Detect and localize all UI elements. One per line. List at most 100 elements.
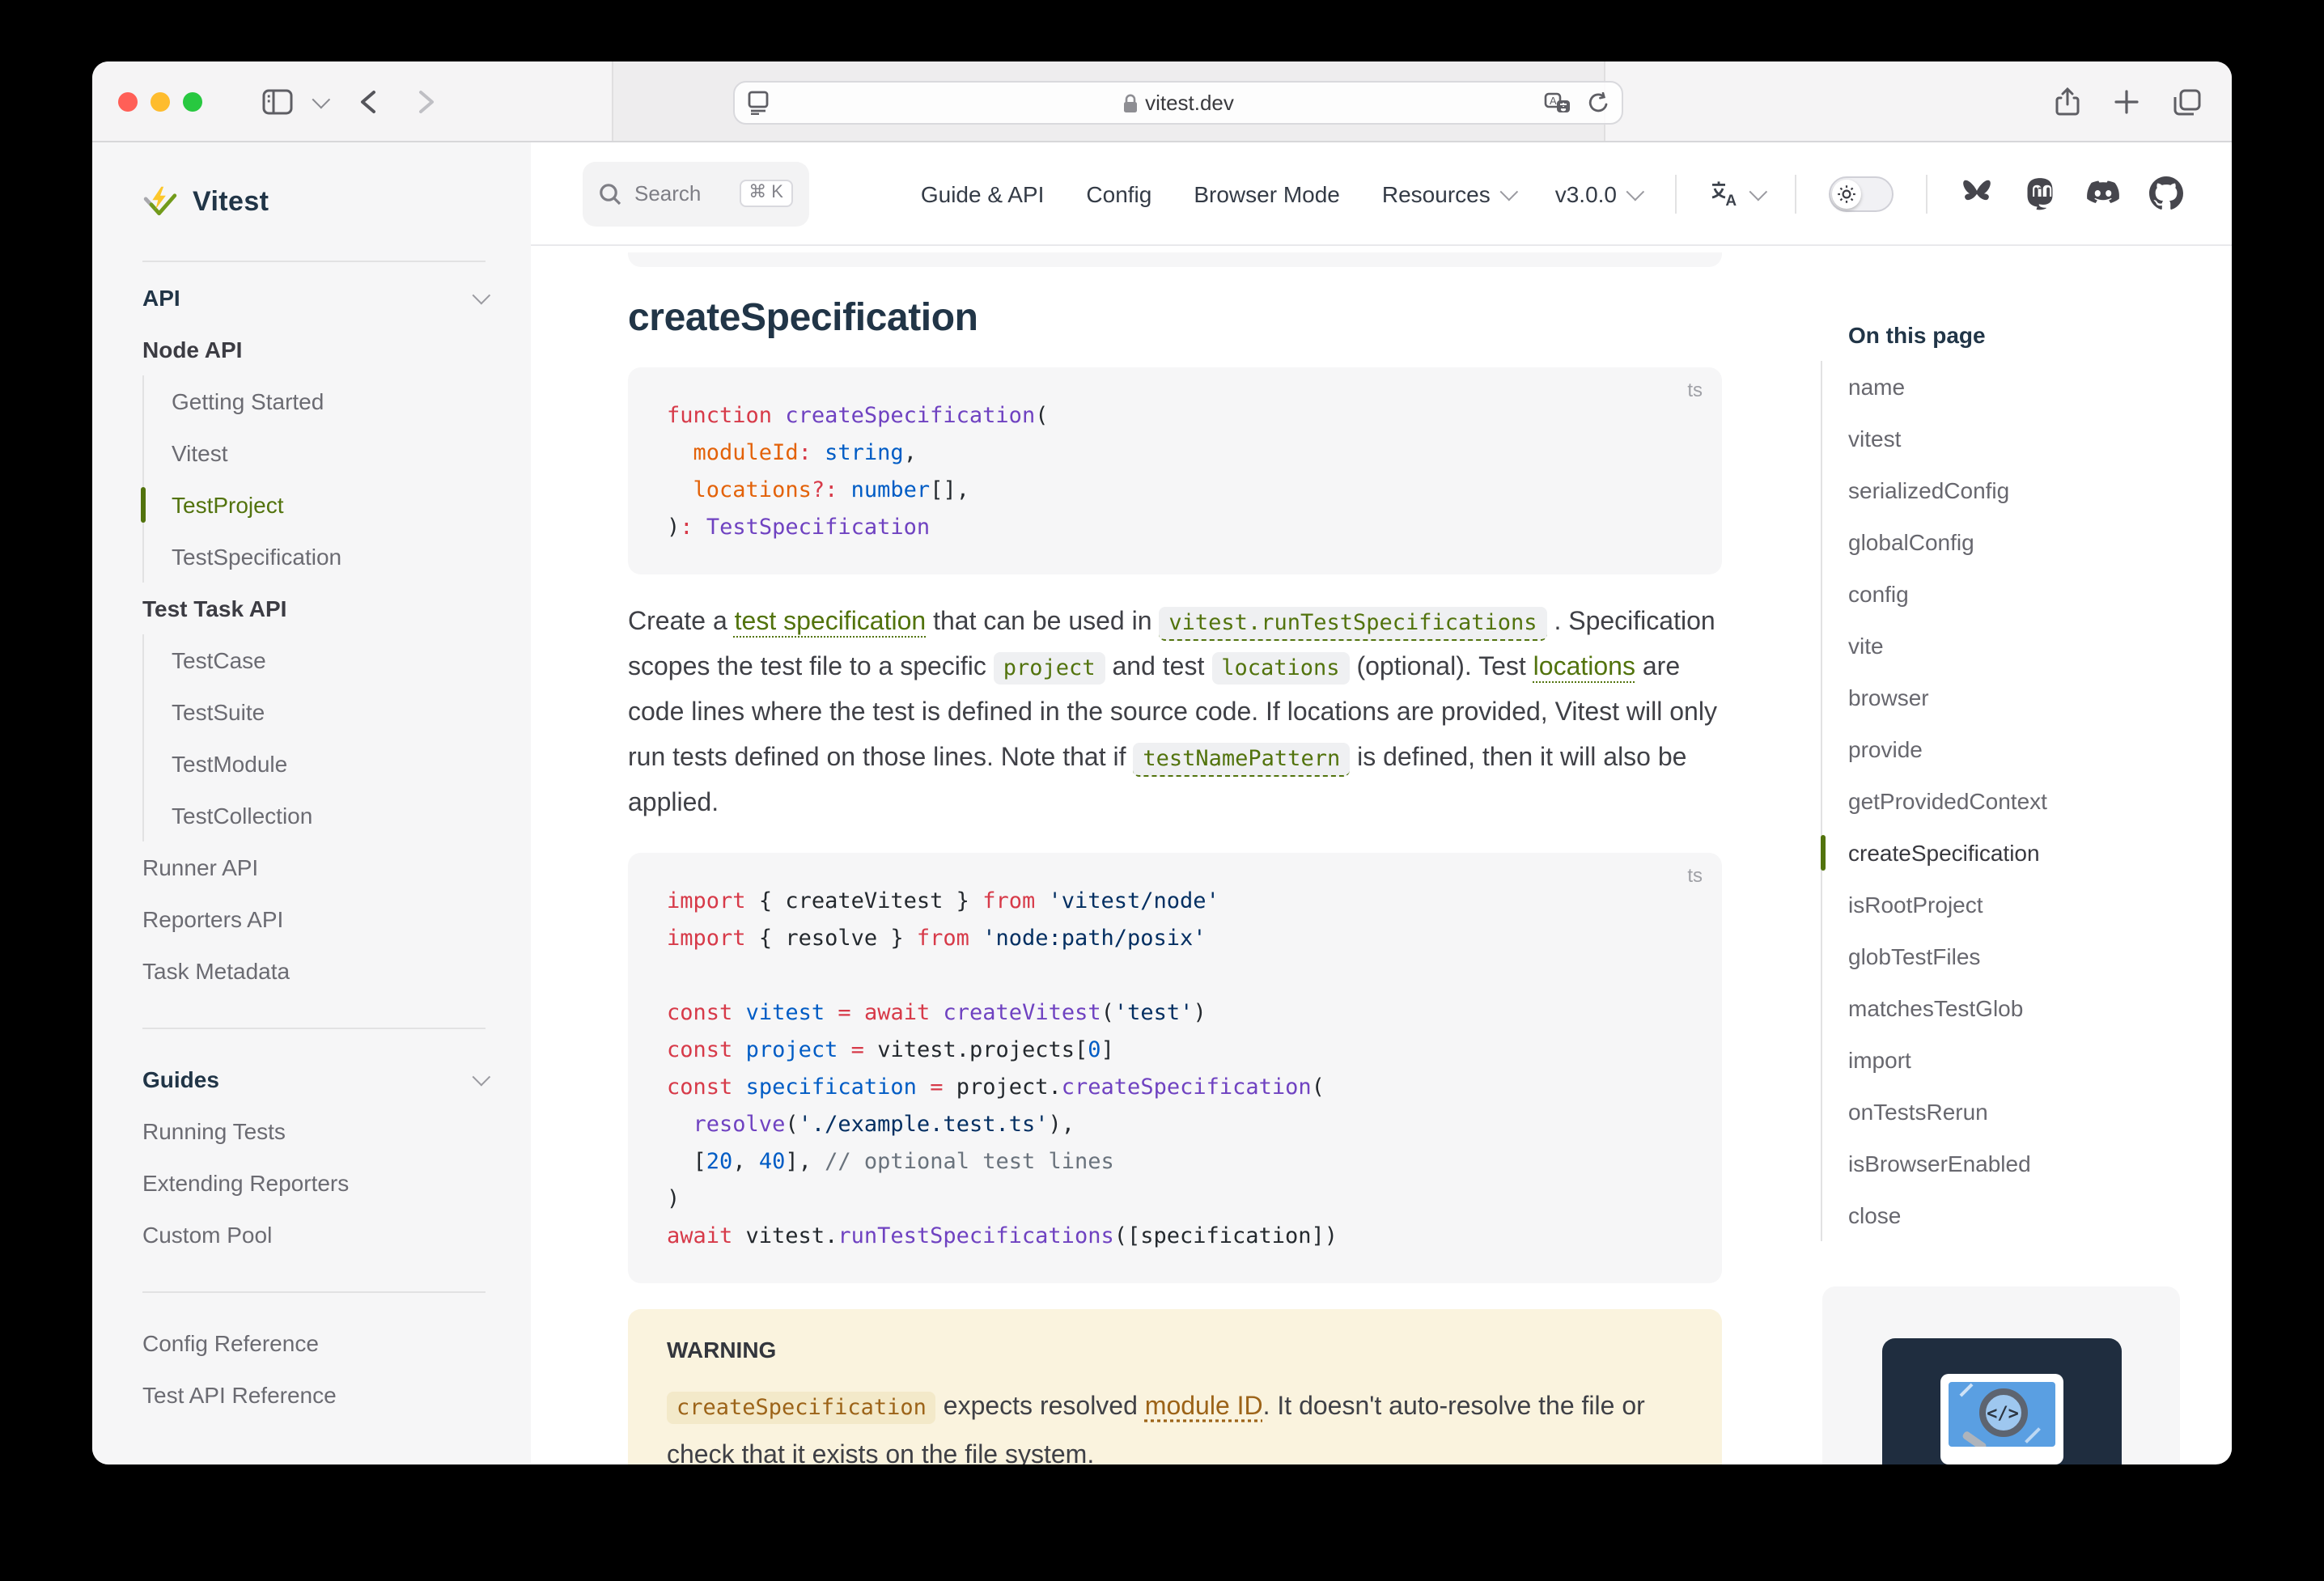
- sidebar-item-runner-api[interactable]: Runner API: [142, 841, 486, 893]
- zoom-window-button[interactable]: [183, 92, 202, 112]
- bluesky-icon[interactable]: [1960, 176, 1994, 210]
- sidebar-item-testspecification[interactable]: TestSpecification: [144, 531, 486, 583]
- site-navbar: Search ⌘ K Guide & API Config Browser Mode…: [531, 142, 2232, 246]
- text-run: expects resolved: [936, 1393, 1145, 1421]
- theme-toggle[interactable]: [1829, 176, 1894, 211]
- sidebar-group-api[interactable]: API: [142, 272, 486, 324]
- sidebar-item-task-metadata[interactable]: Task Metadata: [142, 945, 486, 997]
- github-icon[interactable]: [2149, 176, 2183, 210]
- browser-toolbar: vitest.dev A: [92, 61, 2232, 142]
- outline-item-isbrowserenabled[interactable]: isBrowserEnabled: [1822, 1138, 2186, 1189]
- inline-code-link[interactable]: testNamePattern: [1133, 743, 1350, 777]
- nav-link-v3-0-0[interactable]: v3.0.0: [1555, 180, 1639, 206]
- nav-link-label: Config: [1086, 180, 1151, 206]
- sidebar-item-custom-pool[interactable]: Custom Pool: [142, 1209, 486, 1261]
- share-icon[interactable]: [2047, 61, 2086, 142]
- text-run: and test: [1105, 654, 1212, 681]
- outline-item-createspecification[interactable]: createSpecification: [1822, 827, 2186, 879]
- sidebar-item-getting-started[interactable]: Getting Started: [144, 375, 486, 427]
- minimize-window-button[interactable]: [151, 92, 170, 112]
- outline-item-vite[interactable]: vite: [1822, 620, 2186, 672]
- outline-item-isrootproject[interactable]: isRootProject: [1822, 879, 2186, 930]
- navbar-separator: [1795, 174, 1796, 213]
- sidebar-group-guides[interactable]: Guides: [142, 1053, 486, 1105]
- inline-link[interactable]: module ID: [1145, 1393, 1263, 1421]
- outline-aside: On this page namevitestserializedConfigg…: [1821, 246, 2186, 1464]
- outline-item-provide[interactable]: provide: [1822, 723, 2186, 775]
- discord-icon[interactable]: [2086, 176, 2120, 210]
- sidebar-section-test-task-api: Test Task API: [142, 583, 486, 634]
- outline-list: namevitestserializedConfigglobalConfigco…: [1821, 361, 2186, 1241]
- sponsor-card[interactable]: </>: [1822, 1286, 2180, 1464]
- reload-icon[interactable]: [1588, 91, 1609, 114]
- code-lang-badge: ts: [1687, 379, 1703, 401]
- code-line: import { resolve } from 'node:path/posix…: [667, 921, 1683, 958]
- nav-link-config[interactable]: Config: [1086, 180, 1151, 206]
- chevron-down-icon: [473, 286, 491, 305]
- tab-overview-icon[interactable]: [2165, 61, 2207, 142]
- sidebar-item-extending-reporters[interactable]: Extending Reporters: [142, 1157, 486, 1209]
- new-tab-icon[interactable]: [2107, 61, 2146, 142]
- outline-item-vitest[interactable]: vitest: [1822, 413, 2186, 464]
- outline-item-config[interactable]: config: [1822, 568, 2186, 620]
- code-line: const project = vitest.projects[0]: [667, 1032, 1683, 1070]
- outline-item-name[interactable]: name: [1822, 361, 2186, 413]
- page-title: createSpecification: [628, 296, 1722, 341]
- code-line: [667, 958, 1683, 995]
- sidebar-item-testcollection[interactable]: TestCollection: [144, 790, 486, 841]
- outline-item-close[interactable]: close: [1822, 1189, 2186, 1241]
- outline-item-getprovidedcontext[interactable]: getProvidedContext: [1822, 775, 2186, 827]
- outline-item-serializedconfig[interactable]: serializedConfig: [1822, 464, 2186, 516]
- search-shortcut-kbd: ⌘ K: [739, 180, 793, 207]
- back-button[interactable]: [348, 61, 387, 142]
- nav-link-browser-mode[interactable]: Browser Mode: [1194, 180, 1340, 206]
- outline-item-browser[interactable]: browser: [1822, 672, 2186, 723]
- address-bar[interactable]: vitest.dev A: [733, 81, 1623, 125]
- doc-content: createSpecification ts function createSp…: [628, 246, 1722, 1464]
- sidebar-item-reporters-api[interactable]: Reporters API: [142, 893, 486, 945]
- nav-link-resources[interactable]: Resources: [1382, 180, 1513, 206]
- sidebar-toggle-icon[interactable]: [254, 61, 299, 142]
- doc-paragraph: Create a test specification that can be …: [628, 600, 1722, 827]
- nav-link-guide-api[interactable]: Guide & API: [921, 180, 1045, 206]
- outline-item-ontestsrerun[interactable]: onTestsRerun: [1822, 1086, 2186, 1138]
- vitest-logo-icon: [142, 184, 178, 219]
- outline-item-globalconfig[interactable]: globalConfig: [1822, 516, 2186, 568]
- mastodon-icon[interactable]: [2023, 176, 2057, 210]
- code-line: locations?: number[],: [667, 473, 1683, 510]
- inline-link[interactable]: locations: [1533, 654, 1635, 681]
- sidebar-item-config-reference[interactable]: Config Reference: [142, 1317, 486, 1369]
- close-window-button[interactable]: [118, 92, 138, 112]
- sidebar-group-label: Guides: [142, 1066, 219, 1092]
- sidebar: Vitest APINode APIGetting StartedVitestT…: [92, 142, 531, 1463]
- outline-item-globtestfiles[interactable]: globTestFiles: [1822, 930, 2186, 982]
- search-button[interactable]: Search ⌘ K: [583, 161, 809, 226]
- signature-code-block: ts function createSpecification( moduleI…: [628, 367, 1722, 574]
- outline-item-import[interactable]: import: [1822, 1034, 2186, 1086]
- nav-link-label: v3.0.0: [1555, 180, 1617, 206]
- sidebar-section-node-api: Node API: [142, 324, 486, 375]
- outline-item-matchestestglob[interactable]: matchesTestGlob: [1822, 982, 2186, 1034]
- warning-title: WARNING: [667, 1337, 1683, 1363]
- forward-button[interactable]: [406, 61, 445, 142]
- text-run: that can be used in: [926, 608, 1159, 636]
- sidebar-item-test-api-reference[interactable]: Test API Reference: [142, 1369, 486, 1421]
- toolbar-chevron-down-icon[interactable]: [306, 61, 332, 142]
- inline-code: locations: [1211, 652, 1349, 685]
- sidebar-item-vitest[interactable]: Vitest: [144, 427, 486, 479]
- inline-link[interactable]: test specification: [735, 608, 927, 636]
- inline-code-link[interactable]: vitest.runTestSpecifications: [1159, 607, 1546, 641]
- sidebar-item-running-tests[interactable]: Running Tests: [142, 1105, 486, 1157]
- site-logo[interactable]: Vitest: [142, 142, 486, 261]
- nav-link-label: Browser Mode: [1194, 180, 1340, 206]
- sidebar-item-testcase[interactable]: TestCase: [144, 634, 486, 686]
- sidebar-item-testproject[interactable]: TestProject: [144, 479, 486, 531]
- language-menu[interactable]: A: [1709, 180, 1762, 207]
- translate-icon[interactable]: A: [1544, 91, 1571, 114]
- code-line: function createSpecification(: [667, 398, 1683, 435]
- sidebar-item-testmodule[interactable]: TestModule: [144, 738, 486, 790]
- chevron-down-icon: [473, 1068, 491, 1087]
- sidebar-divider: [142, 1028, 486, 1029]
- inline-code: project: [994, 652, 1105, 685]
- sidebar-item-testsuite[interactable]: TestSuite: [144, 686, 486, 738]
